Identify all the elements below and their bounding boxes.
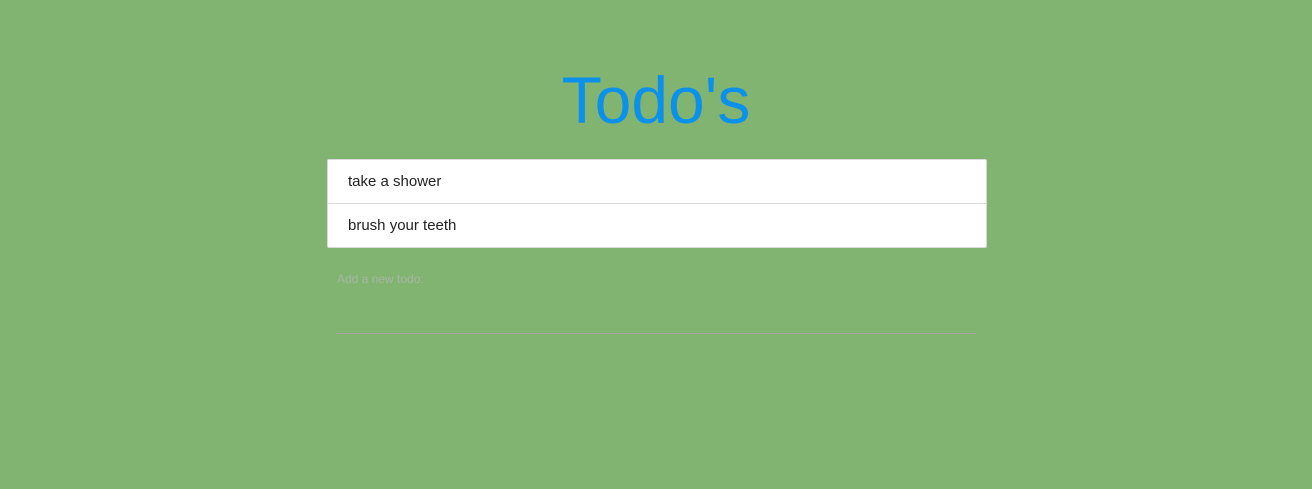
todo-item[interactable]: brush your teeth — [328, 204, 986, 247]
todo-app: Todo's take a shower brush your teeth Ad… — [0, 0, 1312, 489]
todo-item[interactable]: take a shower — [328, 160, 986, 204]
new-todo-label: Add a new todo: — [337, 272, 424, 286]
new-todo-field: Add a new todo: — [336, 264, 976, 336]
new-todo-input[interactable] — [336, 290, 976, 334]
todo-list: take a shower brush your teeth — [327, 159, 987, 248]
page-title: Todo's — [561, 63, 751, 137]
